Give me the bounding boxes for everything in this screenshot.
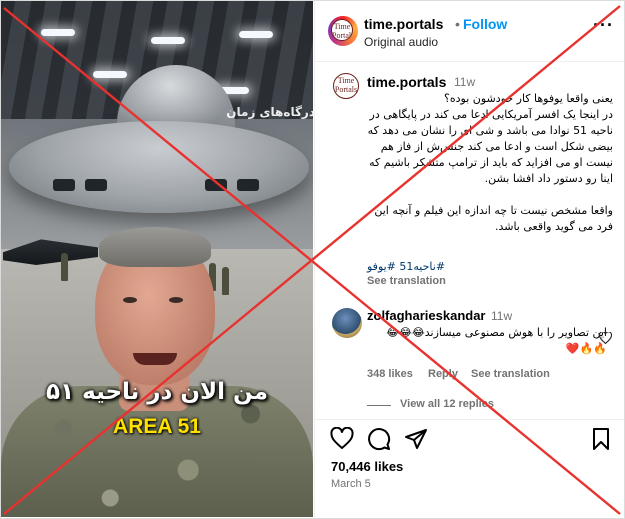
- original-audio-link[interactable]: Original audio: [364, 35, 438, 49]
- post-date: March 5: [331, 478, 371, 490]
- commenter-avatar[interactable]: [332, 308, 362, 338]
- bystander-figure: [222, 267, 229, 295]
- video-caption-persian: من الان در ناحیه ۵۱: [46, 379, 268, 405]
- ufo-window: [53, 179, 75, 191]
- comment-reply-button[interactable]: Reply: [428, 368, 458, 380]
- time-portals-logo: Time Portals: [331, 19, 353, 41]
- comment-bubble-icon[interactable]: [367, 427, 393, 453]
- bystander-figure: [61, 253, 68, 281]
- soldier-hair: [99, 227, 211, 267]
- share-paper-plane-icon[interactable]: [404, 427, 430, 453]
- video-watermark: درگاه‌های زمان: [226, 105, 313, 119]
- comment-text: این تصاویر را با هوش مصنوعی میسازند😂😂😂 🔥…: [386, 326, 607, 355]
- ufo-window: [237, 179, 259, 191]
- save-bookmark-icon[interactable]: [589, 427, 615, 453]
- header-divider: [315, 61, 624, 62]
- caption-hashtags[interactable]: #ناحیه51 #یوفو: [367, 260, 467, 273]
- video-caption-english: AREA 51: [113, 415, 201, 438]
- replies-divider-line: [367, 405, 391, 406]
- soldier-eye: [169, 297, 183, 303]
- caption-timestamp[interactable]: 11w: [454, 75, 475, 89]
- more-options-icon[interactable]: ···: [593, 15, 614, 36]
- comment-see-translation[interactable]: See translation: [471, 368, 550, 380]
- caption-text: یعنی واقعا یوفوها کار خودشون بوده؟ در ای…: [367, 92, 613, 233]
- ceiling-light: [151, 37, 185, 44]
- header-separator-dot: •: [455, 16, 460, 32]
- commenter-username[interactable]: zolfagharieskandar: [367, 308, 486, 323]
- caption-see-translation[interactable]: See translation: [367, 275, 446, 287]
- comment-like-heart-icon[interactable]: [598, 331, 613, 347]
- comment-likes-count[interactable]: 348 likes: [367, 368, 413, 380]
- ufo-window: [85, 179, 107, 191]
- comment-timestamp[interactable]: 11w: [491, 309, 512, 323]
- caption-avatar[interactable]: Time Portals: [331, 71, 361, 101]
- like-heart-icon[interactable]: [330, 426, 356, 453]
- actions-divider: [315, 419, 624, 420]
- soldier-eye: [123, 297, 137, 303]
- ufo-disc: [9, 121, 309, 213]
- post-video[interactable]: درگاه‌های زمان من الان در ناحیه ۵۱ AREA …: [1, 1, 313, 517]
- ceiling-light: [239, 31, 273, 38]
- header-avatar[interactable]: Time Portals: [328, 16, 358, 46]
- follow-button[interactable]: Follow: [463, 16, 507, 32]
- time-portals-logo: Time Portals: [333, 73, 359, 99]
- view-replies-button[interactable]: View all 12 replies: [400, 398, 494, 410]
- post-sidebar: Time Portals time.portals • Follow Origi…: [314, 1, 624, 517]
- ufo-window: [205, 179, 227, 191]
- post-likes-count[interactable]: 70,446 likes: [331, 459, 403, 474]
- ceiling-light: [93, 71, 127, 78]
- caption-username[interactable]: time.portals: [367, 74, 446, 90]
- ceiling-light: [41, 29, 75, 36]
- soldier-mouth: [133, 353, 177, 365]
- header-username[interactable]: time.portals: [364, 16, 443, 32]
